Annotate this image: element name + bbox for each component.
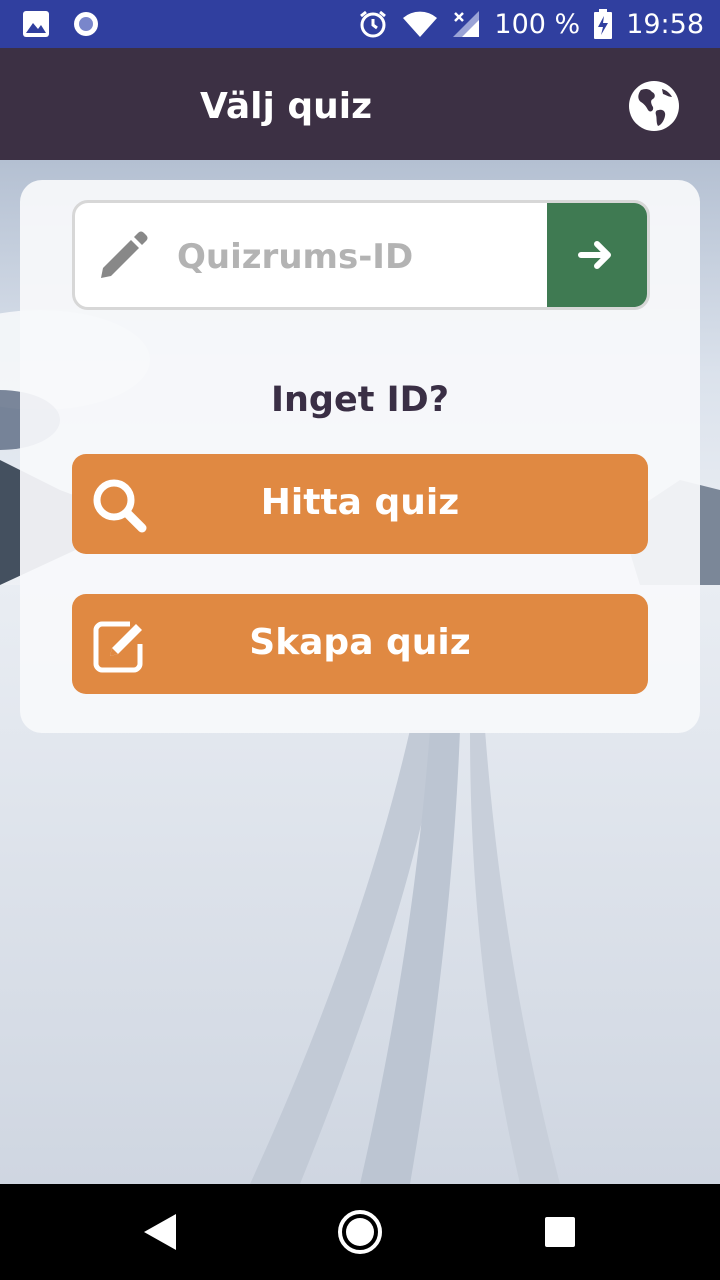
arrow-right-icon xyxy=(578,241,611,269)
recents-icon xyxy=(545,1217,575,1247)
battery-level: 100 % xyxy=(494,8,581,40)
status-bar: 100 % 19:58 xyxy=(0,0,720,48)
join-quiz-card: Inget ID? Hitta quiz Skapa quiz xyxy=(20,180,700,733)
no-id-heading: Inget ID? xyxy=(270,380,450,420)
wifi-icon xyxy=(403,11,438,37)
globe-icon xyxy=(629,81,679,131)
navigation-bar xyxy=(0,1184,720,1280)
create-quiz-button[interactable]: Skapa quiz xyxy=(72,594,648,694)
home-icon xyxy=(338,1210,382,1254)
record-icon xyxy=(74,12,98,36)
back-icon xyxy=(144,1214,176,1250)
signal-icon xyxy=(453,11,480,37)
quiz-id-field xyxy=(72,200,650,310)
alarm-icon xyxy=(360,10,387,38)
join-quiz-button[interactable] xyxy=(547,203,647,307)
app-bar: Välj quiz xyxy=(0,48,720,160)
quiz-id-input[interactable] xyxy=(175,221,539,293)
create-quiz-label: Skapa quiz xyxy=(249,622,471,663)
language-button[interactable] xyxy=(628,80,680,132)
pencil-icon xyxy=(101,231,148,278)
nav-back-button[interactable] xyxy=(136,1208,184,1256)
clock: 19:58 xyxy=(626,8,704,40)
nav-recents-button[interactable] xyxy=(536,1208,584,1256)
find-quiz-button[interactable]: Hitta quiz xyxy=(72,454,648,554)
battery-charging-icon xyxy=(594,9,613,39)
nav-home-button[interactable] xyxy=(336,1208,384,1256)
page-title: Välj quiz xyxy=(200,86,373,127)
find-quiz-label: Hitta quiz xyxy=(260,482,460,523)
image-icon xyxy=(23,11,49,37)
